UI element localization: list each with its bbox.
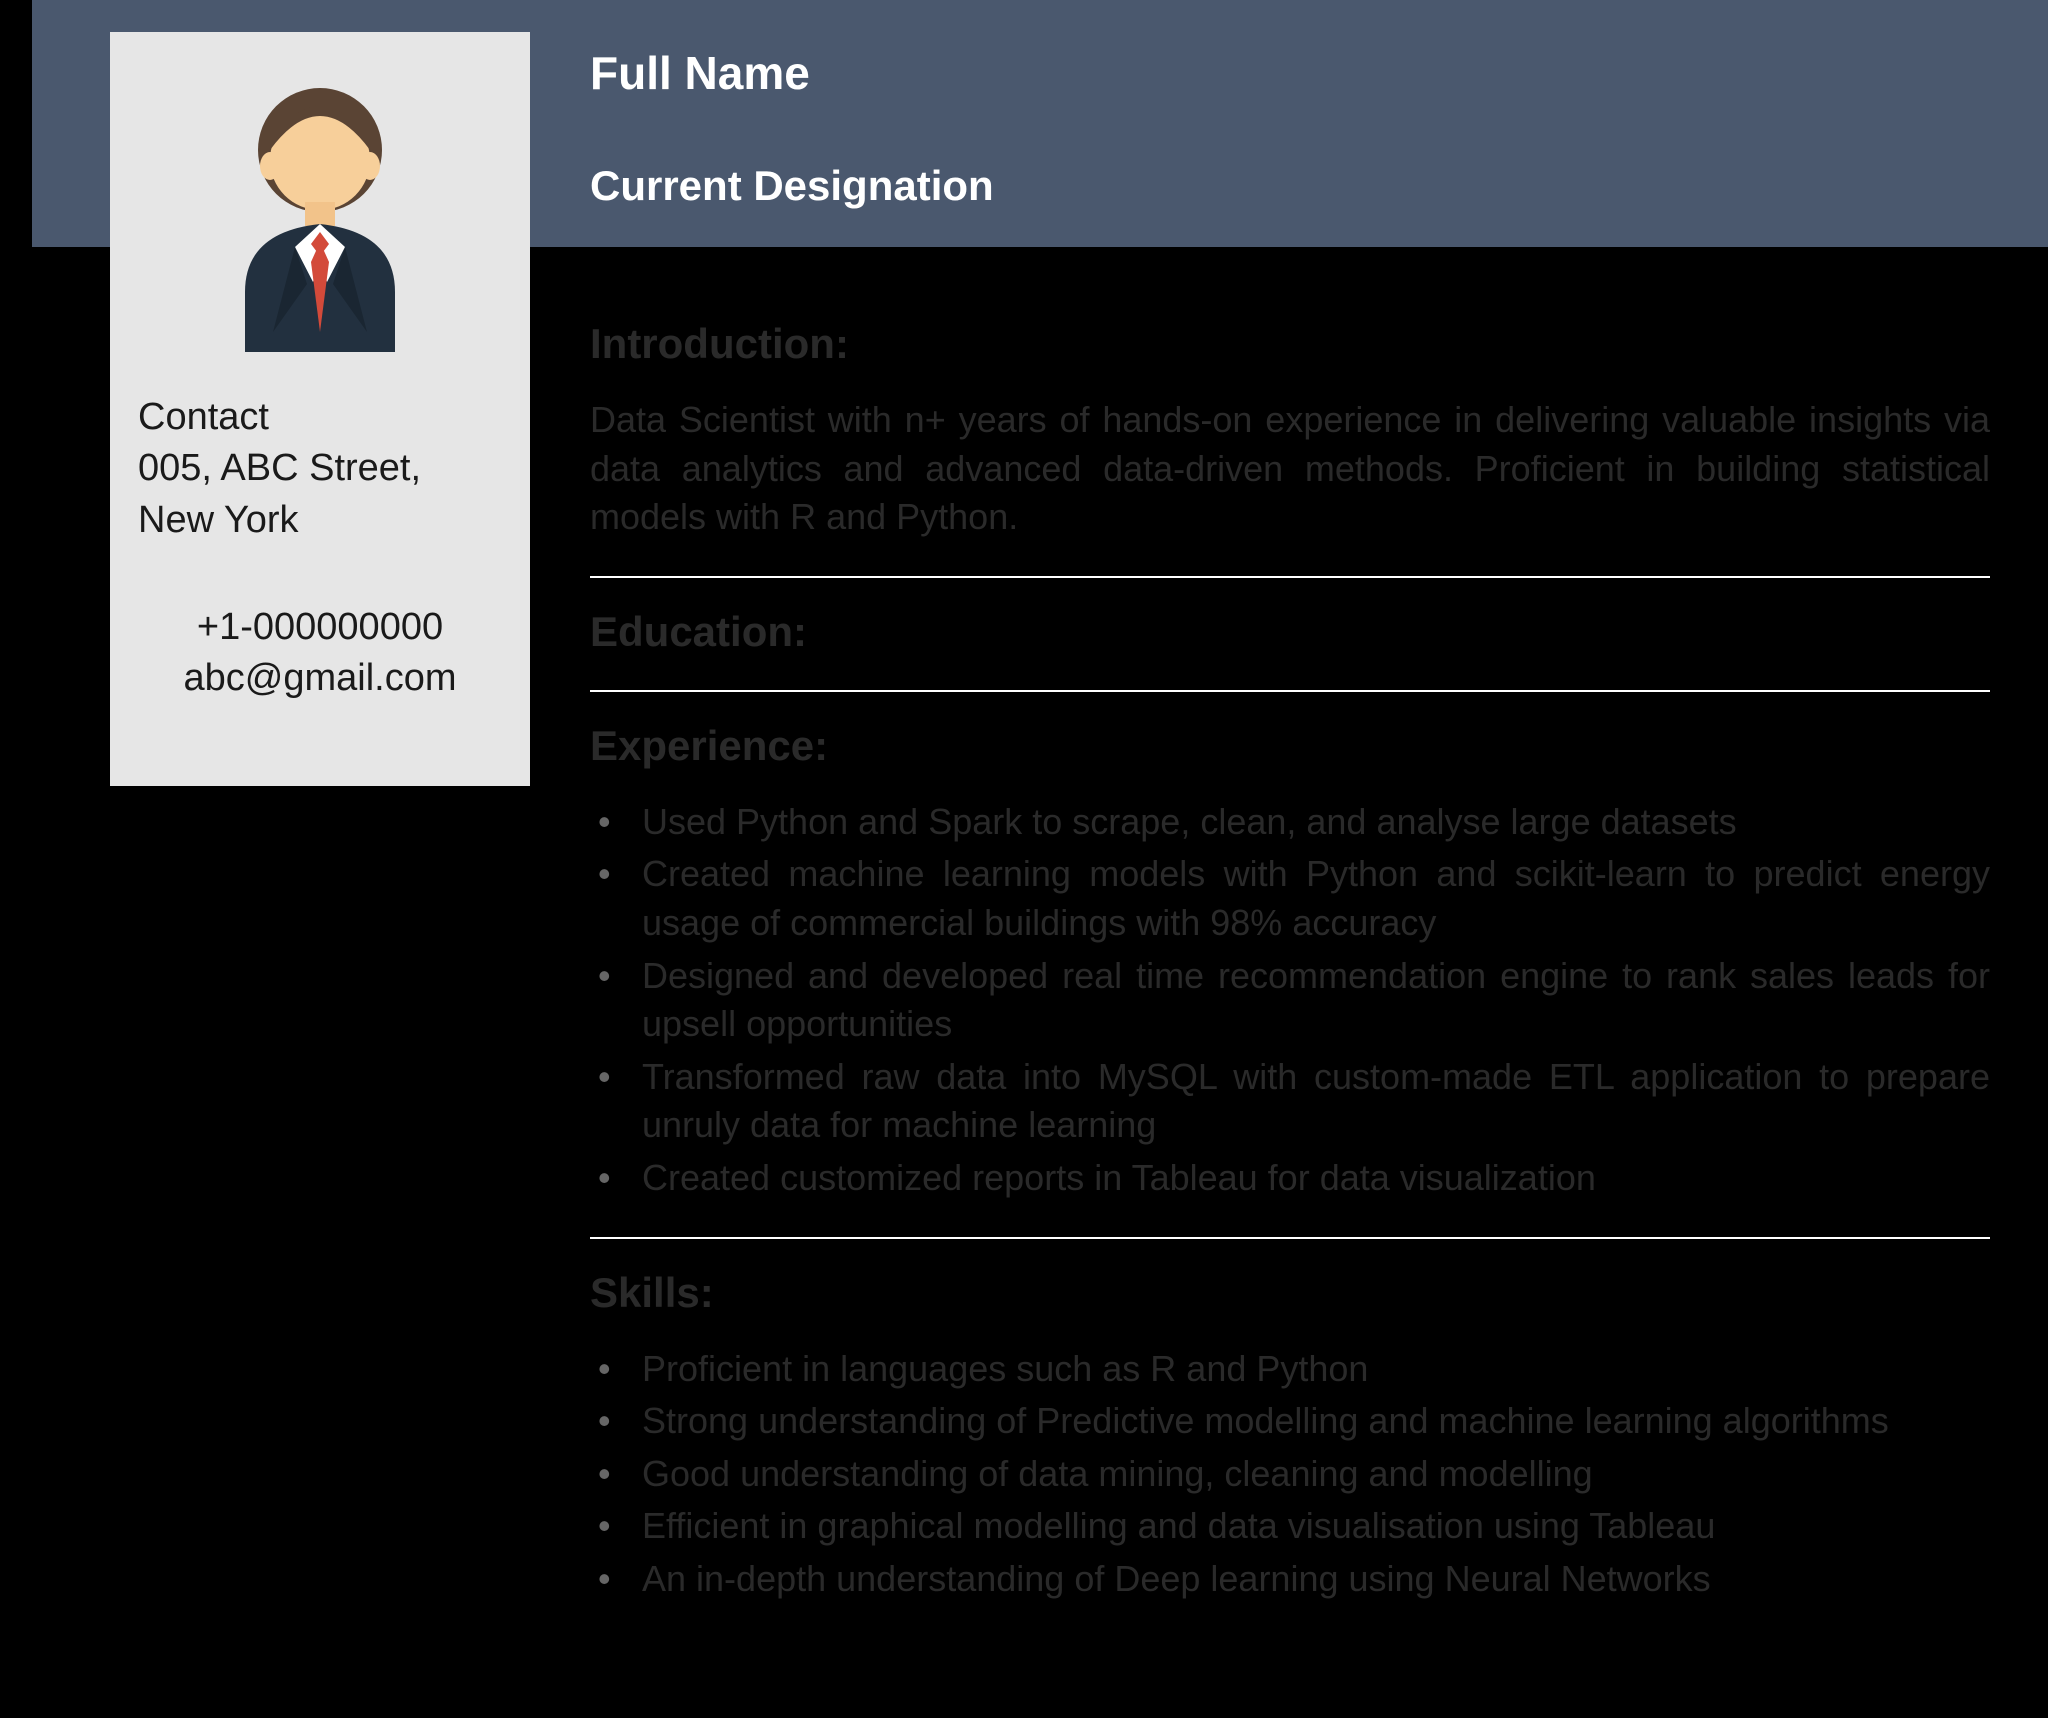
main-content: Introduction: Data Scientist with n+ yea… — [590, 320, 1990, 1608]
list-item: Used Python and Spark to scrape, clean, … — [590, 798, 1990, 847]
contact-card: Contact 005, ABC Street, New York +1-000… — [110, 32, 530, 786]
divider — [590, 576, 1990, 578]
address-line-2: New York — [138, 495, 502, 546]
list-item: Good understanding of data mining, clean… — [590, 1450, 1990, 1499]
skills-heading: Skills: — [590, 1269, 1990, 1317]
list-item: Created customized reports in Tableau fo… — [590, 1154, 1990, 1203]
address-line-1: 005, ABC Street, — [138, 443, 502, 494]
phone-number: +1-000000000 — [138, 602, 502, 653]
contact-label: Contact — [138, 392, 502, 443]
education-heading: Education: — [590, 608, 1990, 656]
skills-list: Proficient in languages such as R and Py… — [590, 1345, 1990, 1604]
list-item: Efficient in graphical modelling and dat… — [590, 1502, 1990, 1551]
introduction-text: Data Scientist with n+ years of hands-on… — [590, 396, 1990, 542]
list-item: Proficient in languages such as R and Py… — [590, 1345, 1990, 1394]
list-item: An in-depth understanding of Deep learni… — [590, 1555, 1990, 1604]
experience-heading: Experience: — [590, 722, 1990, 770]
list-item: Transformed raw data into MySQL with cus… — [590, 1053, 1990, 1150]
list-item: Designed and developed real time recomme… — [590, 952, 1990, 1049]
avatar — [138, 72, 502, 352]
introduction-heading: Introduction: — [590, 320, 1990, 368]
divider — [590, 690, 1990, 692]
divider — [590, 1237, 1990, 1239]
experience-list: Used Python and Spark to scrape, clean, … — [590, 798, 1990, 1203]
contact-block: Contact 005, ABC Street, New York +1-000… — [138, 392, 502, 704]
email-address: abc@gmail.com — [138, 653, 502, 704]
list-item: Strong understanding of Predictive model… — [590, 1397, 1990, 1446]
list-item: Created machine learning models with Pyt… — [590, 850, 1990, 947]
full-name: Full Name — [590, 46, 810, 100]
current-designation: Current Designation — [590, 162, 994, 210]
person-icon — [215, 72, 425, 352]
